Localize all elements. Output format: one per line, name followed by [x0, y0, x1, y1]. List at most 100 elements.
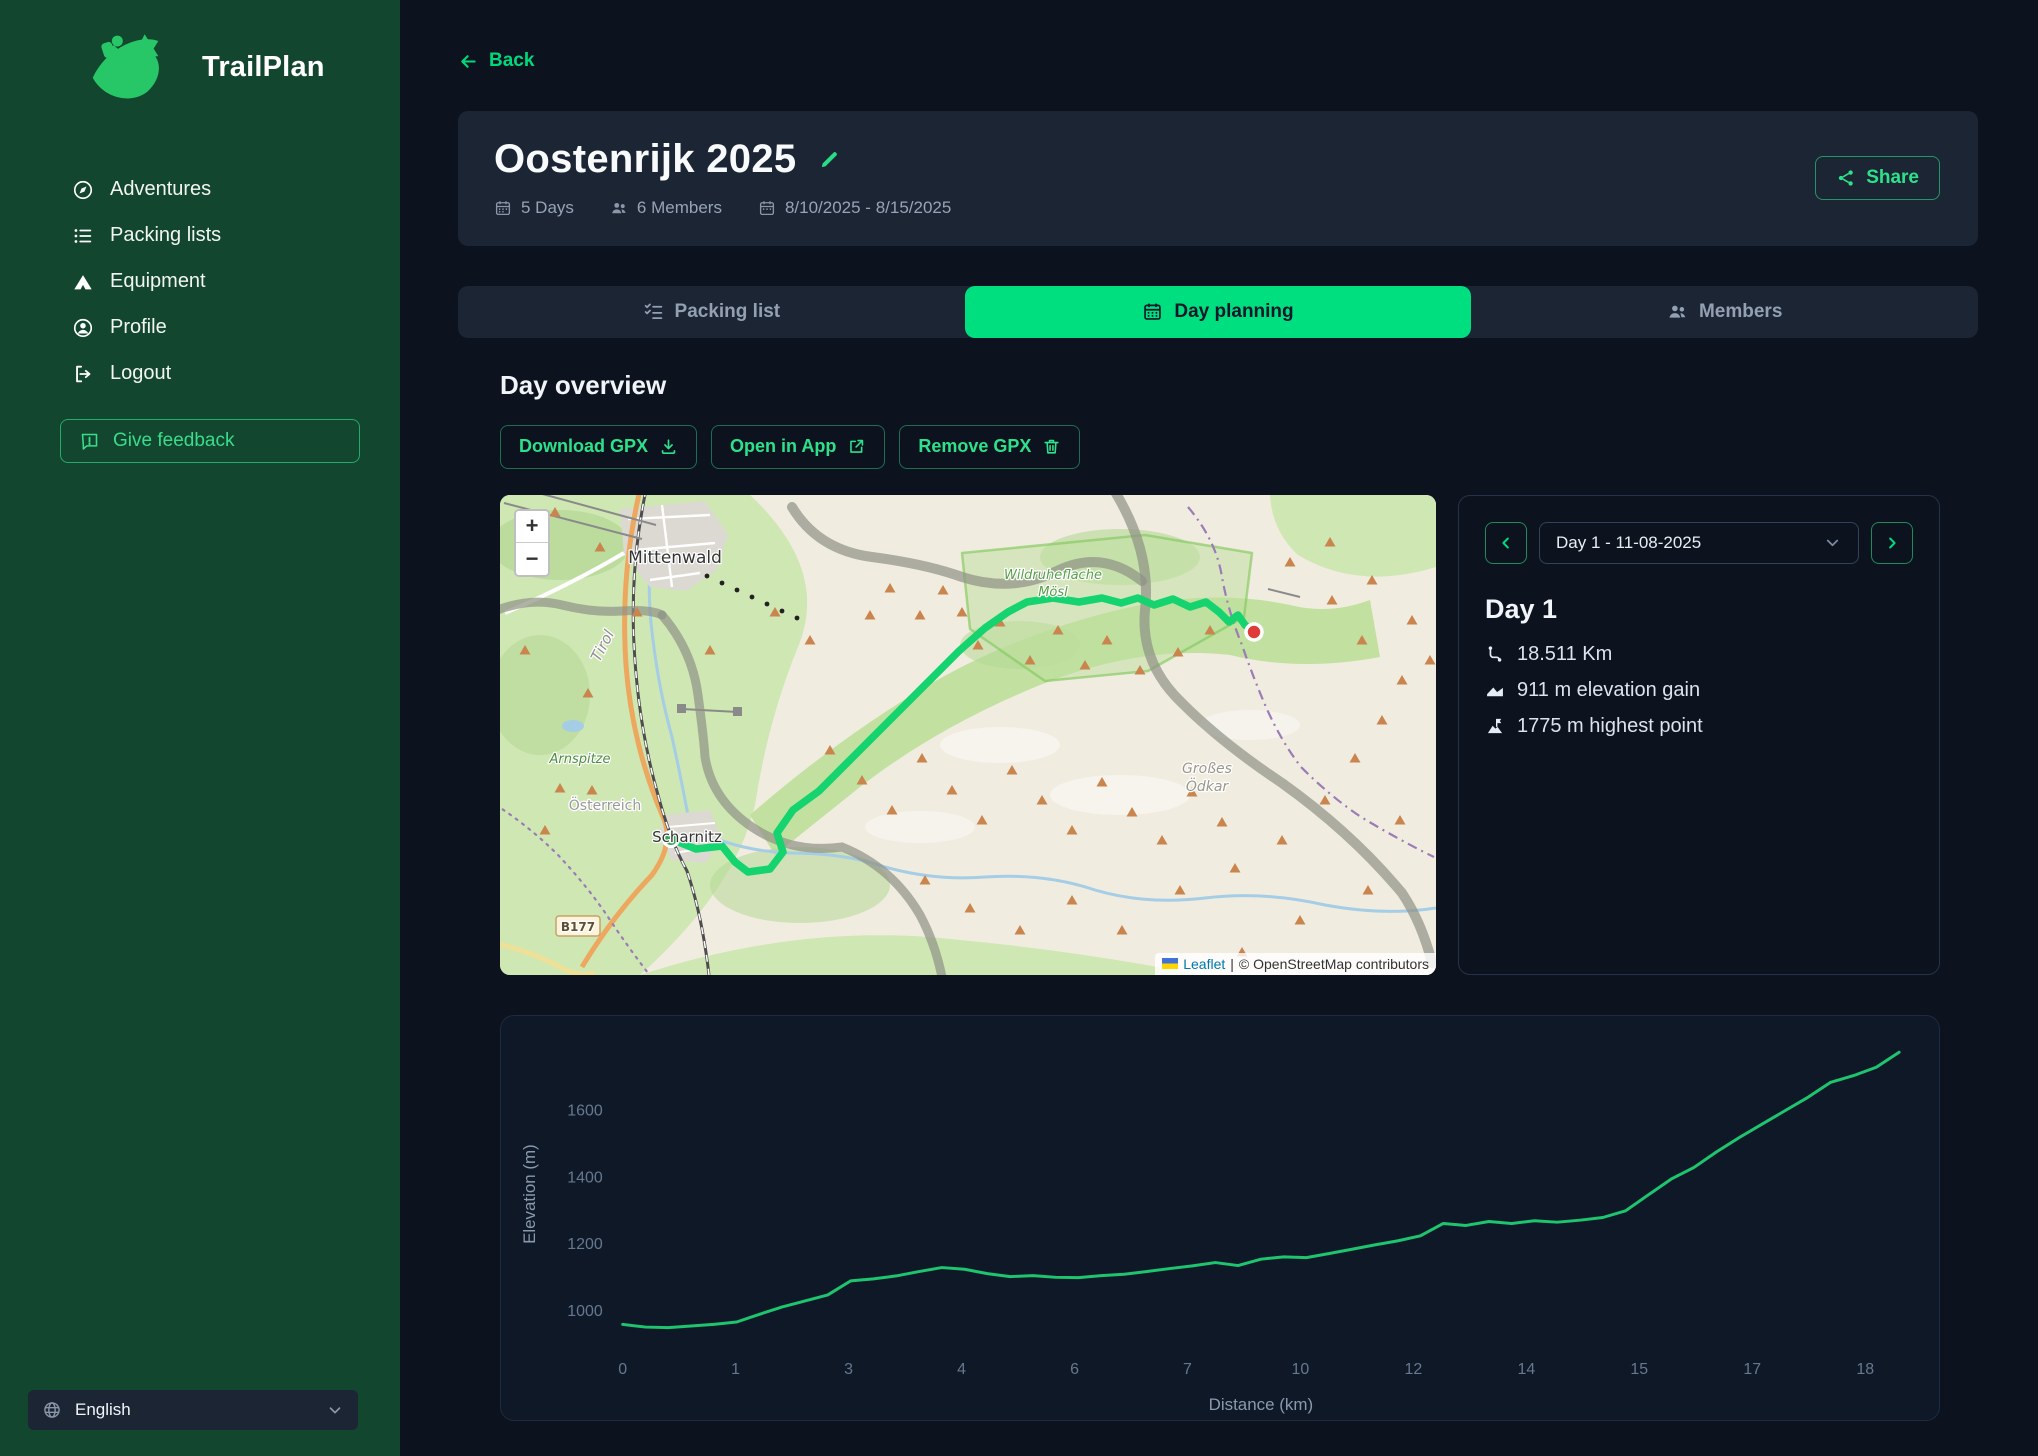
section-title: Day overview [500, 369, 667, 400]
highest-point-icon [1485, 716, 1505, 736]
road-ref-label: B177 [561, 920, 595, 934]
leaflet-link[interactable]: Leaflet [1183, 956, 1225, 972]
remove-gpx-label: Remove GPX [918, 436, 1032, 456]
map-label-scharnitz: Scharnitz [652, 828, 722, 846]
day-stats: 18.511 Km 911 m elevation gain 1775 m hi… [1485, 643, 1913, 738]
sidebar-item-label: Profile [110, 316, 167, 338]
elevation-gain-icon [1485, 680, 1505, 700]
duration-text: 5 Days [521, 197, 574, 217]
feedback-bubble-icon [79, 431, 100, 452]
ukraine-flag-icon [1162, 958, 1179, 969]
route-icon [1485, 644, 1505, 664]
tab-packing-list[interactable]: Packing list [458, 286, 965, 338]
page-title: Oostenrijk 2025 [494, 136, 797, 181]
map-zoom-control: + − [514, 508, 550, 577]
brand[interactable]: TrailPlan [86, 26, 400, 108]
remove-gpx-button[interactable]: Remove GPX [899, 424, 1081, 469]
calendar-icon [1142, 301, 1163, 322]
osm-attribution[interactable]: © OpenStreetMap contributors [1239, 956, 1429, 972]
gpx-actions: Download GPX Open in App Remove GPX [500, 424, 1940, 469]
sidebar-item-equipment[interactable]: Equipment [72, 270, 400, 293]
elevation-chart-panel: 1000 1200 1400 1600 0 1 3 4 6 7 10 12 14 15 17 18 Elevat… [500, 1014, 1940, 1421]
map-label-wildruheflache: Wildruheflache [1004, 568, 1102, 583]
adventure-meta: 5 Days 6 Members 8/10/2025 - 8/15/2025 [494, 198, 1942, 218]
x-tick-label: 3 [844, 1361, 853, 1378]
checklist-icon [643, 301, 664, 322]
tab-members[interactable]: Members [1471, 286, 1978, 338]
back-link[interactable]: Back [458, 50, 534, 72]
previous-day-button[interactable] [1485, 521, 1527, 564]
download-gpx-button[interactable]: Download GPX [500, 424, 698, 469]
list-icon [72, 225, 94, 247]
x-tick-label: 7 [1183, 1361, 1192, 1378]
x-axis-label: Distance (km) [1209, 1395, 1313, 1414]
route-map[interactable]: Mittenwald Scharnitz Tirol Österreich Ar… [500, 494, 1436, 975]
y-tick-label: 1600 [567, 1102, 603, 1119]
distance-stat: 18.511 Km [1485, 643, 1913, 666]
share-label: Share [1866, 167, 1919, 188]
feedback-label: Give feedback [113, 430, 235, 451]
x-tick-label: 18 [1856, 1361, 1874, 1378]
x-tick-label: 17 [1743, 1361, 1761, 1378]
highest-point-value: 1775 m highest point [1517, 714, 1703, 737]
edit-title-button[interactable] [818, 148, 841, 171]
language-value: English [75, 1400, 131, 1419]
map-label-oedkar: Ödkar [1186, 777, 1230, 795]
adventure-header-card: Oostenrijk 2025 5 Days 6 Members 8/10/20… [458, 110, 1978, 246]
y-tick-label: 1200 [567, 1236, 603, 1253]
zoom-in-button[interactable]: + [516, 510, 548, 543]
chevron-down-icon [326, 1401, 344, 1419]
dates-meta: 8/10/2025 - 8/15/2025 [758, 198, 951, 218]
day-detail-panel: Day 1 - 11-08-2025 Day 1 18.511 Km 911 m… [1458, 494, 1940, 975]
day-select-value: Day 1 - 11-08-2025 [1556, 532, 1702, 552]
next-day-button[interactable] [1871, 521, 1913, 564]
zoom-out-button[interactable]: − [516, 542, 548, 575]
sidebar-item-profile[interactable]: Profile [72, 316, 400, 339]
sidebar-item-label: Equipment [110, 270, 206, 292]
day-select[interactable]: Day 1 - 11-08-2025 [1539, 521, 1859, 564]
y-tick-label: 1000 [567, 1302, 603, 1319]
day-planning-content: Day overview Download GPX Open in App Re… [458, 370, 1978, 1421]
sidebar-item-label: Packing lists [110, 224, 222, 246]
give-feedback-button[interactable]: Give feedback [60, 419, 360, 463]
user-circle-icon [72, 317, 94, 339]
members-text: 6 Members [636, 197, 722, 217]
x-tick-label: 14 [1517, 1361, 1535, 1378]
dates-text: 8/10/2025 - 8/15/2025 [784, 197, 952, 217]
elevation-gain-value: 911 m elevation gain [1517, 678, 1701, 701]
arrow-left-icon [458, 51, 479, 72]
open-in-app-label: Open in App [730, 436, 837, 456]
map-canvas: Mittenwald Scharnitz Tirol Österreich Ar… [500, 494, 1436, 975]
sidebar: TrailPlan Adventures Packing lists Equip… [0, 0, 400, 1456]
logout-icon [72, 363, 94, 385]
globe-icon [42, 1400, 62, 1420]
day-title: Day 1 [1485, 593, 1558, 624]
map-label-moesl: Mösl [1038, 585, 1068, 600]
x-tick-label: 4 [957, 1361, 966, 1378]
day-navigation: Day 1 - 11-08-2025 [1485, 521, 1913, 564]
map-label-oesterreich: Österreich [569, 796, 641, 814]
pencil-icon [818, 148, 841, 171]
tent-icon [72, 271, 94, 293]
map-label-arnspitze: Arnspitze [548, 752, 610, 767]
sidebar-item-packing-lists[interactable]: Packing lists [72, 224, 400, 247]
tab-bar: Packing list Day planning Members [458, 285, 1978, 338]
members-meta: 6 Members [610, 198, 722, 218]
open-in-app-button[interactable]: Open in App [711, 424, 886, 469]
elevation-gain-stat: 911 m elevation gain [1485, 679, 1913, 702]
share-button[interactable]: Share [1815, 156, 1940, 200]
external-link-icon [847, 437, 866, 456]
sidebar-item-label: Logout [110, 362, 172, 384]
back-label: Back [489, 50, 535, 71]
sidebar-item-adventures[interactable]: Adventures [72, 178, 400, 201]
tab-day-planning[interactable]: Day planning [964, 285, 1472, 338]
x-tick-label: 0 [618, 1361, 627, 1378]
distance-value: 18.511 Km [1517, 642, 1613, 665]
sidebar-item-logout[interactable]: Logout [72, 362, 400, 385]
calendar-icon [495, 200, 511, 215]
map-attribution: Leaflet | © OpenStreetMap contributors [1155, 952, 1436, 975]
x-tick-label: 6 [1070, 1361, 1079, 1378]
highest-point-stat: 1775 m highest point [1485, 715, 1913, 738]
sidebar-nav: Adventures Packing lists Equipment Profi… [72, 178, 400, 385]
language-select[interactable]: English [28, 1390, 358, 1430]
